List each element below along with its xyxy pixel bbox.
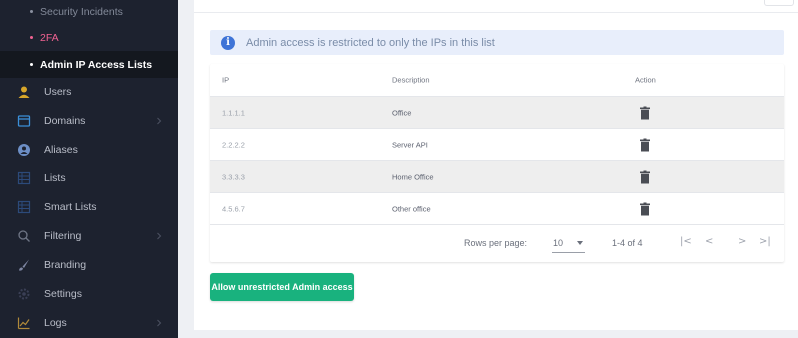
sidebar-item-label: Filtering [44,230,82,242]
sidebar-item-filtering[interactable]: Filtering [0,222,178,250]
info-text: Admin access is restricted to only the I… [246,36,495,49]
search-icon [17,229,31,243]
delete-icon[interactable] [640,202,650,215]
gear-icon [17,287,31,301]
smart-list-icon [17,200,31,214]
sidebar-item-security-incidents[interactable]: Security Incidents [0,0,178,25]
window-icon [17,114,31,128]
bullet-icon [30,10,33,13]
info-icon: i [221,35,235,50]
description-cell: Office [392,108,412,117]
sidebar-item-lists[interactable]: Lists [0,164,178,192]
description-cell: Home Office [392,172,434,181]
bullet-icon [30,36,33,39]
table-row[interactable]: 4.5.6.7 Other office [210,193,784,225]
info-banner: i Admin access is restricted to only the… [210,30,784,55]
sidebar-item-label: Aliases [44,144,78,156]
sidebar-item-label: Security Incidents [40,5,123,18]
divider [194,12,798,13]
previous-page-button[interactable]: < [705,236,713,247]
ip-access-table: IP Description Action 1.1.1.1 Office 2.2… [210,64,784,262]
delete-icon[interactable] [640,138,650,151]
dropdown-caret-icon [577,241,583,245]
chevron-right-icon [154,318,164,328]
delete-icon[interactable] [640,170,650,183]
user-icon [17,85,31,99]
sidebar-item-label: Users [44,86,72,98]
table-row[interactable]: 1.1.1.1 Office [210,97,784,129]
next-page-button[interactable]: > [738,236,746,247]
last-page-button[interactable]: >| [759,236,771,247]
sidebar-item-branding[interactable]: Branding [0,251,178,279]
chevron-right-icon [154,231,164,241]
bullet-icon [30,63,33,66]
table-row[interactable]: 2.2.2.2 Server API [210,129,784,161]
pagination: Rows per page: 10 1-4 of 4 |< < > >| [210,225,784,262]
table-header: IP Description Action [210,64,784,97]
sidebar-item-2fa[interactable]: 2FA [0,24,178,51]
sidebar-item-admin-ip-access-lists[interactable]: Admin IP Access Lists [0,51,178,78]
column-header-ip[interactable]: IP [222,76,229,85]
sidebar-item-settings[interactable]: Settings [0,280,178,308]
sidebar: Security Incidents 2FA Admin IP Access L… [0,0,178,338]
allow-unrestricted-access-button[interactable]: Allow unrestricted Admin access [210,273,354,301]
brush-icon [17,258,31,272]
sidebar-item-label: Branding [44,259,87,271]
ip-cell: 1.1.1.1 [222,108,245,117]
main-panel: i Admin access is restricted to only the… [194,0,798,330]
sidebar-item-logs[interactable]: Logs [0,309,178,337]
sidebar-item-aliases[interactable]: Aliases [0,136,178,164]
page-range: 1-4 of 4 [612,238,643,248]
ip-cell: 2.2.2.2 [222,140,245,149]
sidebar-item-label: Logs [44,317,67,329]
sidebar-item-domains[interactable]: Domains [0,107,178,135]
rows-per-page-value: 10 [553,238,564,248]
list-icon [17,171,31,185]
first-page-button[interactable]: |< [680,236,692,247]
rows-per-page-label: Rows per page: [464,238,528,248]
sidebar-item-label: Lists [44,172,66,184]
sidebar-item-label: Admin IP Access Lists [40,58,153,71]
description-cell: Other office [392,204,431,213]
column-header-description[interactable]: Description [392,76,430,85]
chevron-right-icon [154,116,164,126]
table-row[interactable]: 3.3.3.3 Home Office [210,161,784,193]
chart-icon [17,316,31,330]
alias-icon [17,143,31,157]
delete-icon[interactable] [640,106,650,119]
rows-per-page-select[interactable]: 10 [552,233,585,253]
sidebar-item-label: Settings [44,288,82,300]
sidebar-item-smart-lists[interactable]: Smart Lists [0,193,178,221]
ip-cell: 4.5.6.7 [222,204,245,213]
sidebar-item-label: 2FA [40,31,59,44]
description-cell: Server API [392,140,428,149]
top-toolbar-button[interactable] [764,0,794,6]
sidebar-item-users[interactable]: Users [0,78,178,106]
sidebar-item-label: Smart Lists [44,201,97,213]
ip-cell: 3.3.3.3 [222,172,245,181]
column-header-action: Action [635,75,656,85]
sidebar-item-label: Domains [44,115,86,127]
